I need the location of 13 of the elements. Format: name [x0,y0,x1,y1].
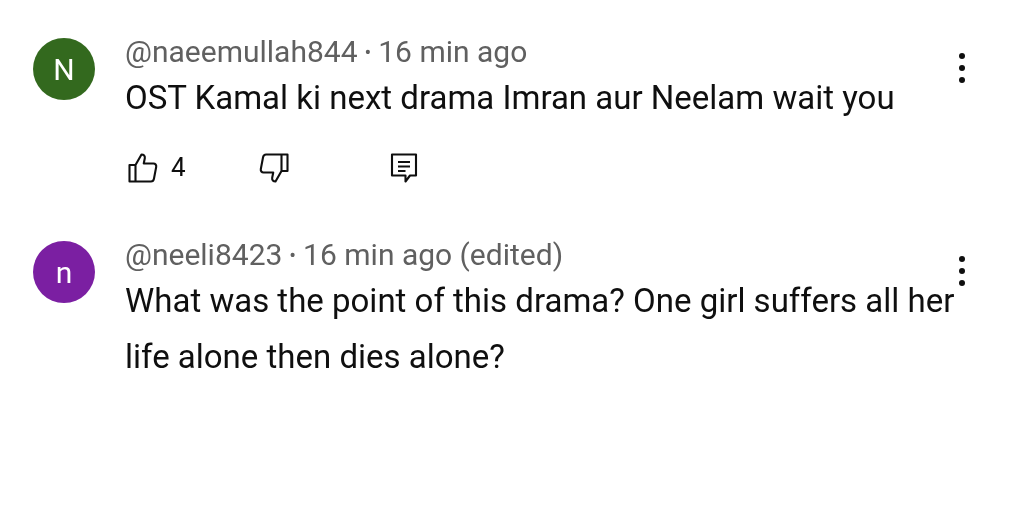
timestamp: 16 min ago (edited) [303,237,564,273]
comment-text: OST Kamal ki next drama Imran aur Neelam wait you [125,77,896,119]
separator-dot: • [289,242,297,269]
username[interactable]: @neeli8423 [125,237,283,273]
more-options-icon[interactable] [958,255,966,287]
more-options-icon[interactable] [958,52,966,84]
user-avatar[interactable]: N [33,38,95,100]
timestamp: 16 min ago [378,34,528,70]
separator-dot: • [364,39,372,66]
user-avatar[interactable]: n [33,241,95,303]
comment-text: What was the point of this drama? One girl suffers all her life alone then dies alone? [125,280,955,378]
username[interactable]: @naeemullah844 [125,34,358,70]
like-count: 4 [171,151,186,184]
